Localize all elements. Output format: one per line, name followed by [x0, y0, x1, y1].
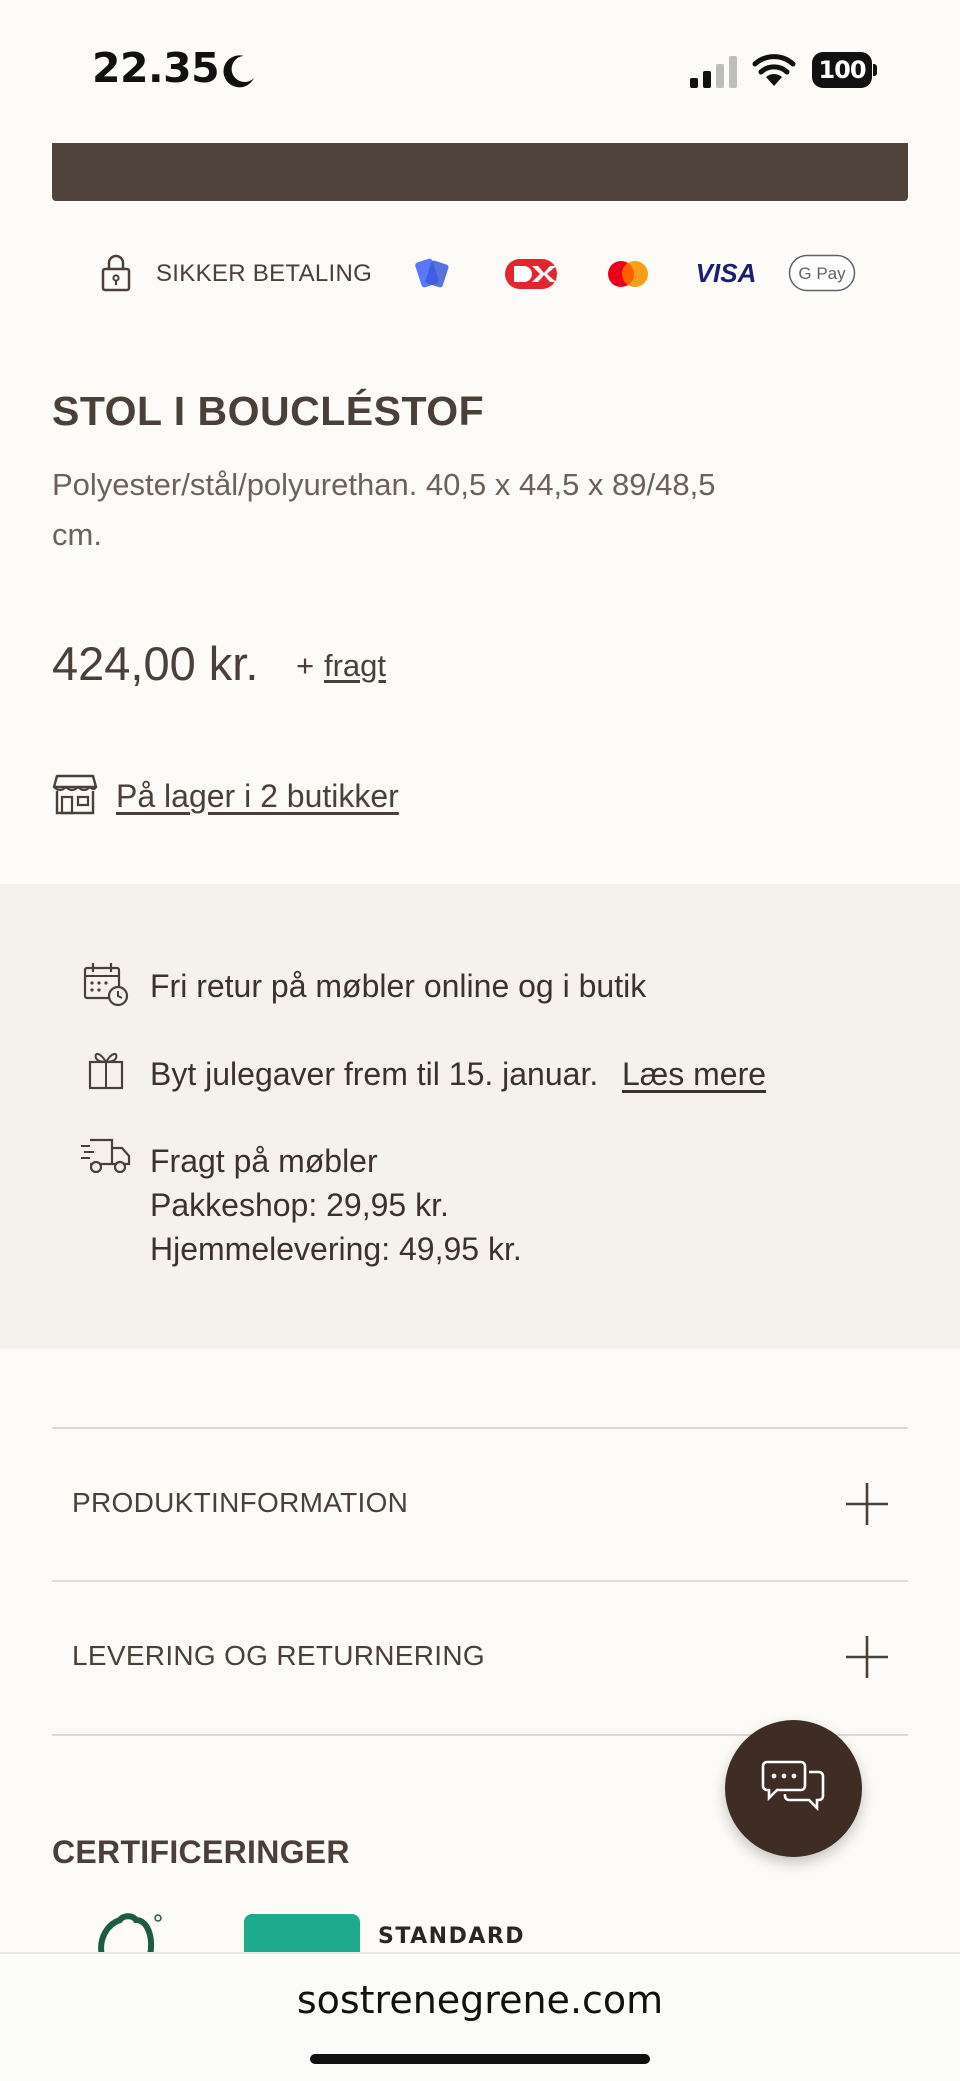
gift-icon: [88, 1052, 124, 1090]
freight-pakkeshop: Pakkeshop: 29,95 kr.: [150, 1187, 449, 1223]
accordion-delivery-returns[interactable]: LEVERING OG RETURNERING: [52, 1582, 908, 1732]
free-return-text: Fri retur på møbler online og i butik: [150, 968, 647, 1004]
accordion-product-info[interactable]: PRODUKTINFORMATION: [52, 1429, 908, 1579]
store-icon: [52, 774, 98, 815]
secure-payment-row: SIKKER BETALING VISA G Pay: [0, 248, 960, 300]
wifi-icon: [752, 54, 796, 86]
visa-icon: VISA: [696, 258, 756, 288]
read-more-link[interactable]: Læs mere: [622, 1056, 766, 1093]
product-description: Polyester/stål/polyurethan. 40,5 x 44,5 …: [52, 460, 792, 560]
info-panel: Fri retur på møbler online og i butik By…: [0, 884, 960, 1349]
moon-icon: [223, 55, 254, 88]
freight-plus: +: [296, 648, 315, 683]
exchange-gifts-text: Byt julegaver frem til 15. januar.: [150, 1056, 599, 1092]
product-description-line2: cm.: [52, 517, 102, 552]
cellular-signal-icon: [690, 56, 737, 88]
product-description-line1: Polyester/stål/polyurethan. 40,5 x 44,5 …: [52, 467, 716, 502]
mastercard-icon: [608, 261, 648, 287]
fsc-tree-icon: [98, 1913, 162, 1956]
plus-icon[interactable]: [844, 1481, 890, 1527]
store-stock-link[interactable]: På lager i 2 butikker: [116, 778, 399, 815]
product-title: STOL I BOUCLÉSTOF: [52, 388, 485, 434]
lock-icon: [101, 254, 131, 292]
battery-level: 100: [812, 52, 872, 88]
oeko-tex-logo: [244, 1914, 360, 1956]
freight-home-delivery: Hjemmelevering: 49,95 kr.: [150, 1231, 522, 1267]
status-time: 22.35: [92, 44, 220, 92]
gpay-text: G Pay: [798, 264, 846, 283]
accordion-product-info-label: PRODUKTINFORMATION: [72, 1487, 409, 1518]
dankort-icon: [505, 259, 557, 289]
calendar-clock-icon: [83, 963, 129, 1007]
secure-payment-label: SIKKER BETALING: [156, 260, 373, 287]
add-to-cart-button[interactable]: [52, 143, 908, 201]
delivery-truck-icon: [81, 1138, 131, 1174]
plus-icon[interactable]: [844, 1634, 890, 1680]
chat-bubbles-icon: [761, 1760, 825, 1812]
accordion-delivery-label: LEVERING OG RETURNERING: [72, 1640, 485, 1671]
product-price: 424,00 kr.: [52, 637, 259, 690]
status-bar: 22.35 100: [0, 0, 960, 143]
certification-logos: STANDARD: [0, 1908, 960, 1956]
oeko-standard-text: STANDARD: [378, 1924, 526, 1949]
browser-bottom-bar: sostrenegrene.com: [0, 1952, 960, 2081]
freight-title: Fragt på møbler: [150, 1143, 378, 1179]
mobilepay-icon: [415, 258, 449, 288]
visa-text: VISA: [696, 258, 756, 288]
battery-icon: 100: [812, 52, 877, 88]
freight-link[interactable]: fragt: [324, 648, 386, 684]
home-indicator[interactable]: [310, 2054, 650, 2064]
battery-tip: [873, 64, 877, 76]
google-pay-icon: G Pay: [788, 254, 856, 292]
chat-button[interactable]: [725, 1720, 862, 1857]
url-bar[interactable]: sostrenegrene.com: [0, 1978, 960, 2022]
certifications-heading: CERTIFICERINGER: [52, 1834, 350, 1870]
